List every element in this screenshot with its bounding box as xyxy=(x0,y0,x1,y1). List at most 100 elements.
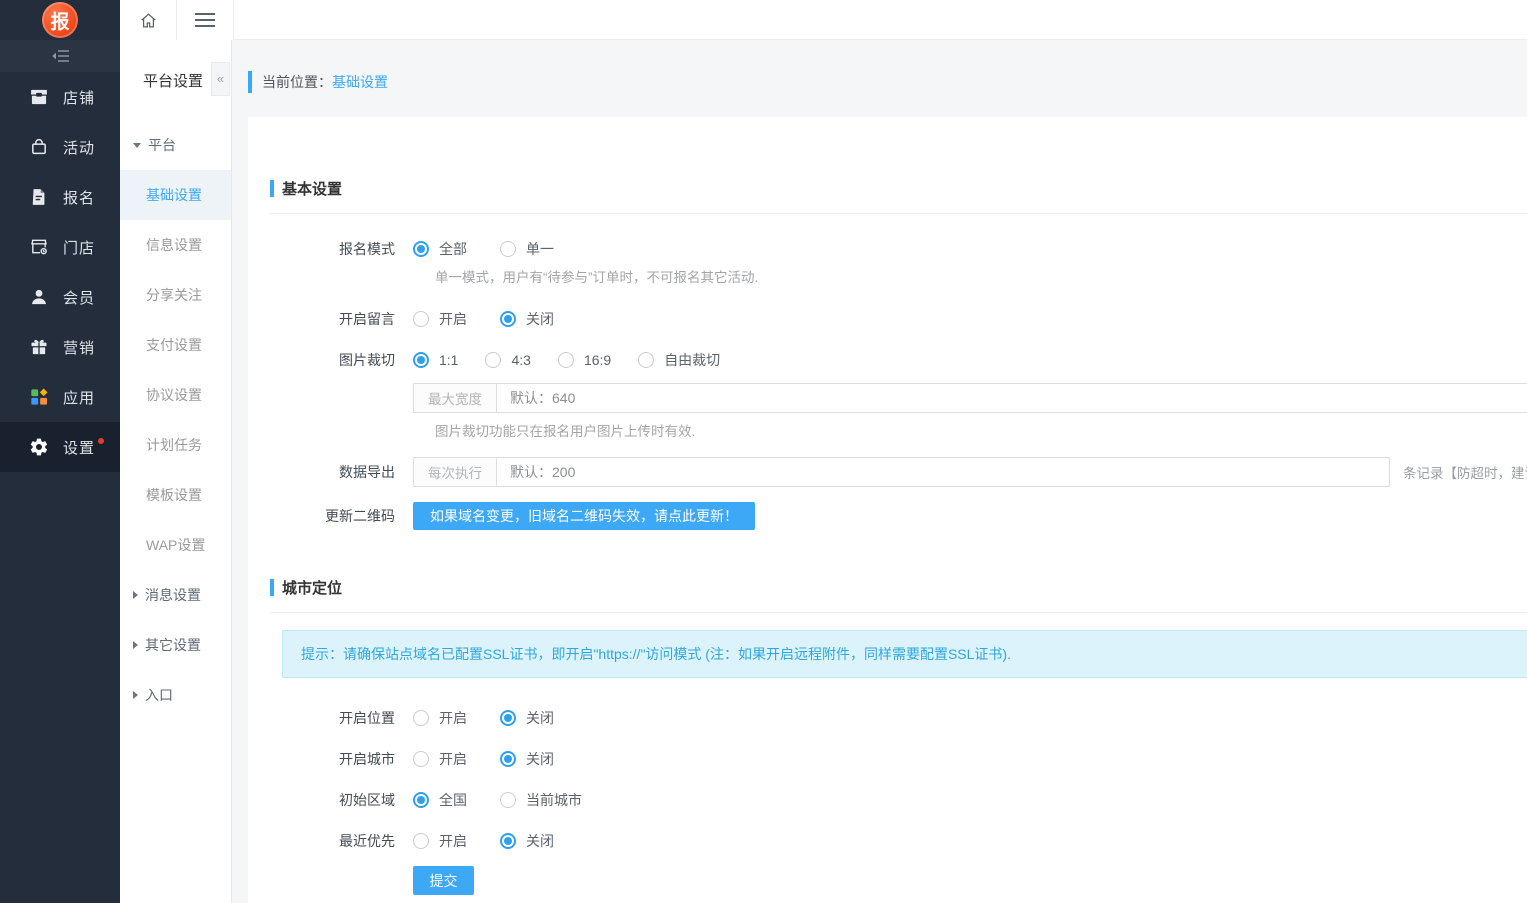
export-count-input[interactable] xyxy=(497,458,1389,486)
refresh-qrcode-button[interactable]: 如果域名变更，旧域名二维码失效，请点此更新！ xyxy=(413,502,755,530)
sidebar-item-shop[interactable]: 店铺 xyxy=(0,72,120,122)
max-width-input[interactable] xyxy=(497,384,1527,412)
chevron-right-icon xyxy=(133,641,138,649)
radio-option-off[interactable]: 关闭 xyxy=(500,749,554,769)
primary-menu: 店铺 活动 报名 门店 会员 xyxy=(0,72,120,472)
sidebar-item-signup[interactable]: 报名 xyxy=(0,172,120,222)
sidebar-item-settings[interactable]: 设置 xyxy=(0,422,120,472)
home-icon xyxy=(139,11,158,30)
menu-item-payment-settings[interactable]: 支付设置 xyxy=(120,320,231,370)
chevron-down-icon xyxy=(133,143,141,148)
radio-label: 全国 xyxy=(439,790,467,810)
radio-option-on[interactable]: 开启 xyxy=(413,309,467,329)
radio-option-current-city[interactable]: 当前城市 xyxy=(500,790,582,810)
radio-label: 开启 xyxy=(439,708,467,728)
sidebar-item-stores[interactable]: 门店 xyxy=(0,222,120,272)
menu-group-label: 其它设置 xyxy=(145,635,201,655)
menu-item-info-settings[interactable]: 信息设置 xyxy=(120,220,231,270)
radio-option-single[interactable]: 单一 xyxy=(500,239,554,259)
collapse-sidebar-button[interactable]: « xyxy=(211,62,230,96)
hamburger-icon xyxy=(194,12,216,28)
radio-checked-icon[interactable] xyxy=(500,311,516,327)
sidebar-item-marketing[interactable]: 营销 xyxy=(0,322,120,372)
menu-item-share-follow[interactable]: 分享关注 xyxy=(120,270,231,320)
menu-group-entry[interactable]: 入口 xyxy=(120,670,231,720)
radio-unchecked-icon[interactable] xyxy=(638,352,654,368)
notification-badge xyxy=(98,438,104,444)
radio-checked-icon[interactable] xyxy=(500,833,516,849)
menu-item-label: 信息设置 xyxy=(146,235,202,255)
radio-checked-icon[interactable] xyxy=(413,792,429,808)
ssl-alert-banner: 提示：请确保站点域名已配置SSL证书，即开启"https://"访问模式 (注：… xyxy=(282,630,1527,678)
radio-unchecked-icon[interactable] xyxy=(485,352,501,368)
image-crop-row: 图片裁切 1:1 4:3 16:9 自由裁切 xyxy=(270,351,1527,369)
shopping-bag-icon xyxy=(28,136,50,158)
radio-option-on[interactable]: 开启 xyxy=(413,831,467,851)
radio-checked-icon[interactable] xyxy=(500,751,516,767)
radio-option-1-1[interactable]: 1:1 xyxy=(413,352,458,368)
field-label: 最近优先 xyxy=(270,831,395,851)
radio-option-off[interactable]: 关闭 xyxy=(500,708,554,728)
menu-item-wap-settings[interactable]: WAP设置 xyxy=(120,520,231,570)
max-width-input-group: 最大宽度 xyxy=(413,383,1527,413)
secondary-sidebar: 平台设置 « 平台 基础设置 信息设置 分享关注 支付设置 协议设置 计划任务 … xyxy=(120,0,232,903)
section-title: 城市定位 xyxy=(282,577,342,598)
field-label: 开启位置 xyxy=(270,708,395,728)
storefront-icon xyxy=(28,86,50,108)
radio-unchecked-icon[interactable] xyxy=(558,352,574,368)
field-label: 更新二维码 xyxy=(270,506,395,526)
menu-group-other-settings[interactable]: 其它设置 xyxy=(120,620,231,670)
breadcrumb-current-link[interactable]: 基础设置 xyxy=(332,72,388,92)
radio-unchecked-icon[interactable] xyxy=(413,311,429,327)
sidebar-item-label: 报名 xyxy=(63,187,95,208)
breadcrumb: 当前位置： 基础设置 xyxy=(248,69,388,95)
location-toggle-row: 开启位置 开启 关闭 xyxy=(270,709,1527,727)
menu-item-template-settings[interactable]: 模板设置 xyxy=(120,470,231,520)
sidebar-item-label: 设置 xyxy=(63,437,95,458)
initial-region-row: 初始区域 全国 当前城市 xyxy=(270,791,1527,809)
radio-label: 16:9 xyxy=(584,352,611,368)
radio-option-off[interactable]: 关闭 xyxy=(500,309,554,329)
radio-option-free-crop[interactable]: 自由裁切 xyxy=(638,350,720,370)
radio-checked-icon[interactable] xyxy=(500,710,516,726)
menu-item-agreement-settings[interactable]: 协议设置 xyxy=(120,370,231,420)
menu-group-message-settings[interactable]: 消息设置 xyxy=(120,570,231,620)
radio-label: 关闭 xyxy=(526,309,554,329)
section-basic-settings-header: 基本设置 xyxy=(270,178,1527,198)
radio-option-off[interactable]: 关闭 xyxy=(500,831,554,851)
menu-item-basic-settings[interactable]: 基础设置 xyxy=(120,170,231,220)
export-suffix-text: 条记录【防超时，建议 xyxy=(1403,462,1527,482)
radio-label: 开启 xyxy=(439,309,467,329)
menu-item-scheduled-tasks[interactable]: 计划任务 xyxy=(120,420,231,470)
sidebar-item-activity[interactable]: 活动 xyxy=(0,122,120,172)
radio-unchecked-icon[interactable] xyxy=(413,833,429,849)
chevron-right-icon xyxy=(133,591,138,599)
radio-option-16-9[interactable]: 16:9 xyxy=(558,352,611,368)
app-logo[interactable]: 报 xyxy=(0,0,120,40)
menu-group-platform[interactable]: 平台 xyxy=(120,120,231,170)
chevron-double-left-icon: « xyxy=(217,71,224,86)
radio-unchecked-icon[interactable] xyxy=(413,751,429,767)
sidebar-item-label: 会员 xyxy=(63,287,95,308)
member-icon xyxy=(28,286,50,308)
radio-option-nationwide[interactable]: 全国 xyxy=(413,790,467,810)
sidebar-item-apps[interactable]: 应用 xyxy=(0,372,120,422)
home-button[interactable] xyxy=(120,0,177,40)
radio-option-4-3[interactable]: 4:3 xyxy=(485,352,530,368)
radio-checked-icon[interactable] xyxy=(413,241,429,257)
hamburger-menu-button[interactable] xyxy=(177,0,234,40)
radio-unchecked-icon[interactable] xyxy=(500,792,516,808)
main-area: 当前位置： 基础设置 基本设置 报名模式 全部 单一 单一模式，用户有“待参与”… xyxy=(232,40,1527,903)
submit-button[interactable]: 提交 xyxy=(413,866,474,895)
sidebar-item-label: 门店 xyxy=(63,237,95,258)
radio-checked-icon[interactable] xyxy=(413,352,429,368)
sidebar-item-members[interactable]: 会员 xyxy=(0,272,120,322)
menu-item-label: 模板设置 xyxy=(146,485,202,505)
topbar xyxy=(120,0,1527,40)
sidebar-fold-strip[interactable] xyxy=(0,40,120,72)
radio-unchecked-icon[interactable] xyxy=(500,241,516,257)
radio-unchecked-icon[interactable] xyxy=(413,710,429,726)
radio-option-all[interactable]: 全部 xyxy=(413,239,467,259)
radio-option-on[interactable]: 开启 xyxy=(413,749,467,769)
radio-option-on[interactable]: 开启 xyxy=(413,708,467,728)
